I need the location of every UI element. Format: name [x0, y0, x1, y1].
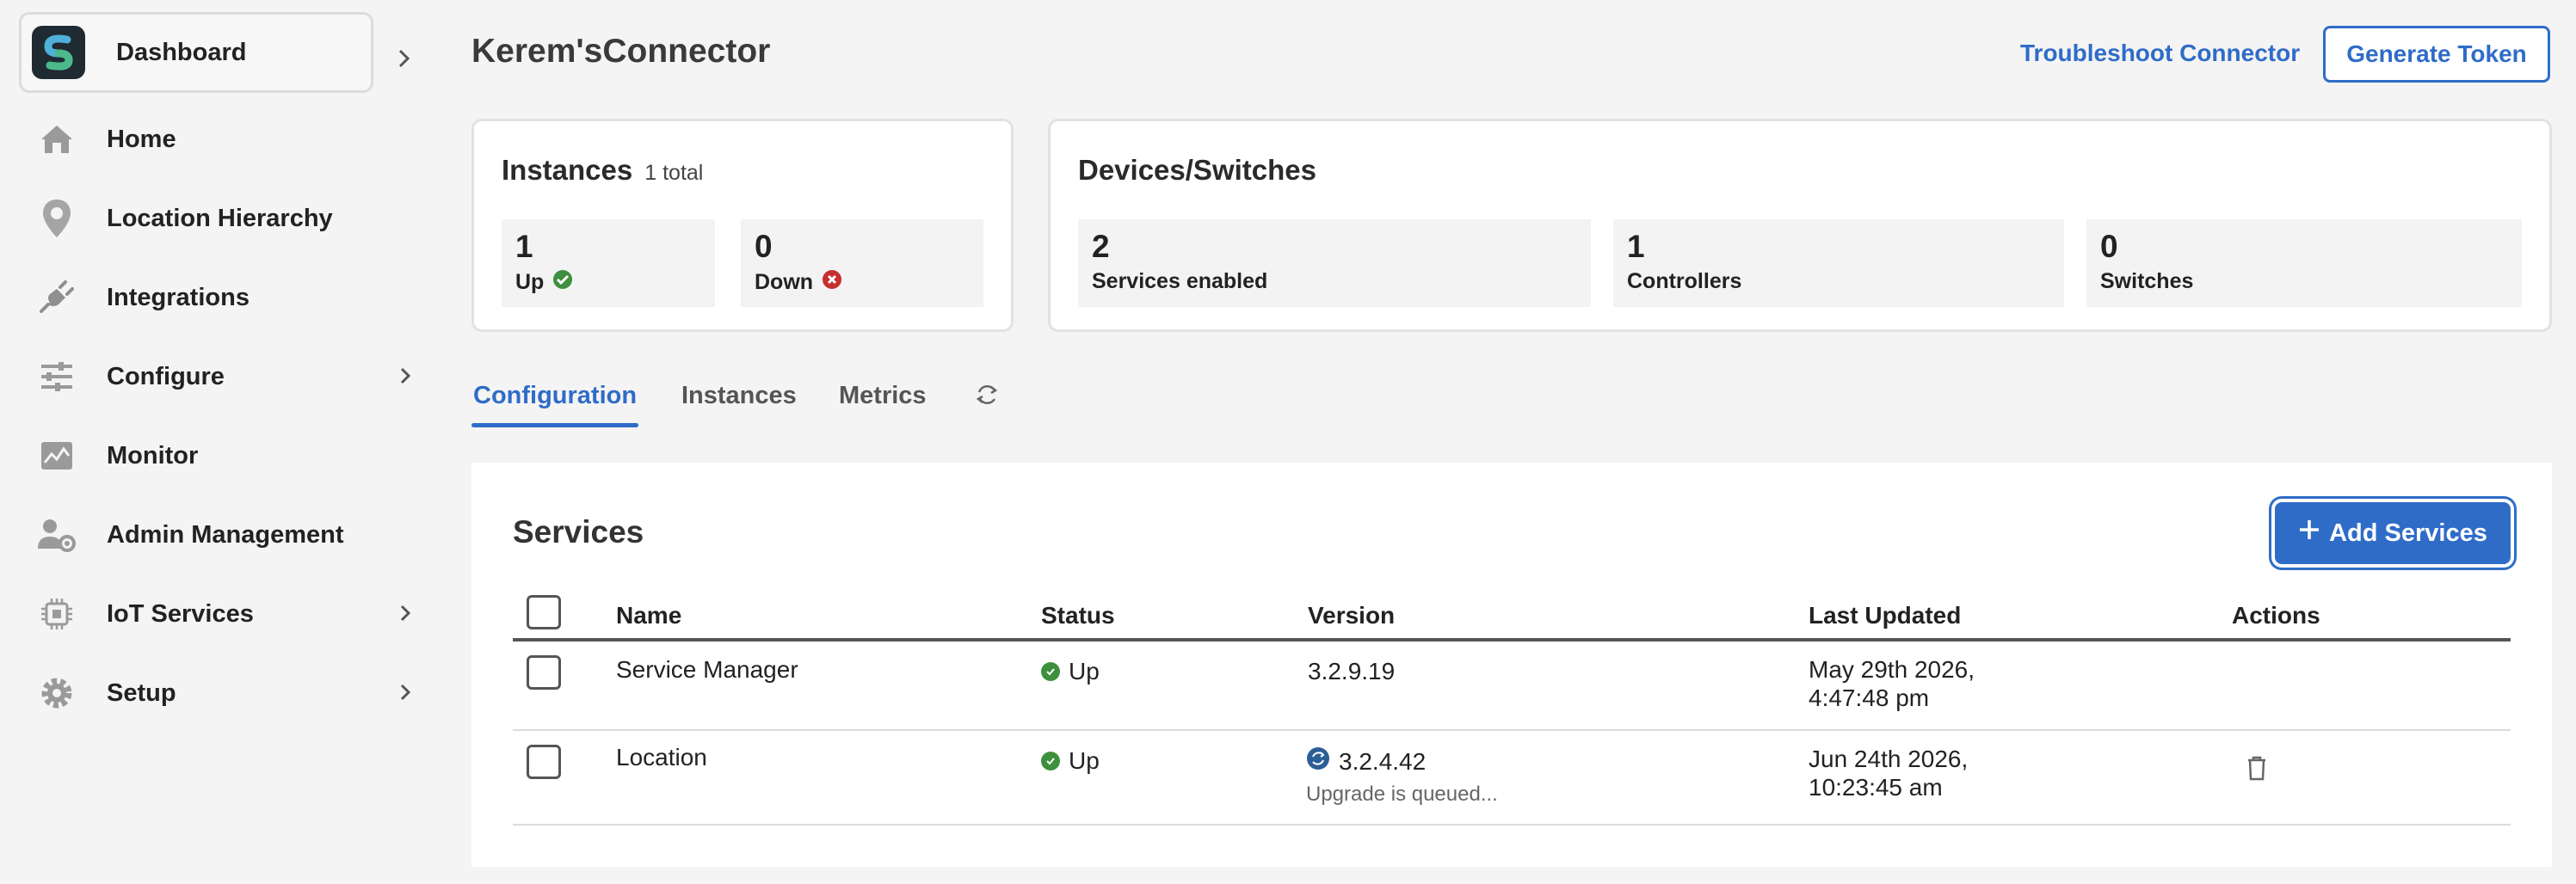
chevron-right-icon [399, 604, 411, 627]
refresh-icon[interactable] [974, 382, 1000, 412]
location-pin-icon [34, 196, 79, 241]
sidebar-item-home[interactable]: Home [34, 114, 422, 165]
plus-icon [2298, 519, 2320, 548]
sidebar-item-configure[interactable]: Configure [34, 351, 422, 402]
home-icon [34, 117, 79, 162]
service-version: 3.2.9.19 [1308, 658, 1396, 684]
sidebar-item-label: Configure [107, 362, 225, 390]
active-tab-indicator [471, 423, 638, 427]
sidebar-item-iot-services[interactable]: IoT Services [34, 588, 422, 640]
last-updated: Jun 24th 2026, 10:23:45 am [1809, 745, 1968, 801]
instances-total: 1 total [644, 161, 704, 185]
sidebar-item-location-hierarchy[interactable]: Location Hierarchy [34, 193, 422, 244]
devices-switches-card: Devices/Switches 2 Services enabled 1 Co… [1048, 119, 2552, 332]
dashboard-button[interactable]: Dashboard [19, 12, 373, 93]
instances-up-count: 1 [515, 229, 533, 264]
last-updated-time: 4:47:48 pm [1809, 684, 1930, 711]
add-services-label: Add Services [2329, 519, 2487, 547]
stat-value: 2 [1092, 229, 1110, 264]
sidebar-item-label: Integrations [107, 283, 250, 311]
sidebar-item-label: Monitor [107, 441, 199, 470]
last-updated-time: 10:23:45 am [1809, 774, 1943, 801]
sidebar-item-label: Location Hierarchy [107, 204, 333, 232]
instances-down-count: 0 [755, 229, 773, 264]
dashboard-label: Dashboard [116, 38, 247, 66]
sidebar-item-label: Admin Management [107, 520, 344, 549]
add-services-button[interactable]: Add Services [2275, 502, 2511, 564]
stat-value: 1 [1627, 229, 1645, 264]
table-row: Service Manager Up 3.2.9.19 May 29th 202… [513, 642, 2511, 731]
sidebar-item-setup[interactable]: Setup [34, 667, 422, 719]
tab-configuration[interactable]: Configuration [473, 382, 637, 410]
sidebar: Dashboard Home Location Hierarchy Integr… [0, 0, 439, 884]
stat-value: 0 [2100, 229, 2118, 264]
column-header-status: Status [1041, 602, 1115, 629]
stat-label: Switches [2100, 269, 2194, 293]
sidebar-item-integrations[interactable]: Integrations [34, 272, 422, 323]
status-text: Up [1069, 747, 1100, 774]
controllers-stat: 1 Controllers [1613, 219, 2064, 307]
status-text: Up [1069, 658, 1100, 684]
last-updated-date: May 29th 2026, [1809, 656, 1975, 683]
chip-icon [34, 592, 79, 636]
column-header-name: Name [616, 602, 682, 629]
page-title: Kerem'sConnector [471, 33, 771, 70]
row-checkbox[interactable] [527, 655, 561, 690]
services-enabled-stat: 2 Services enabled [1078, 219, 1591, 307]
app-logo-icon [32, 26, 85, 79]
monitor-chart-icon [34, 433, 79, 478]
service-version: 3.2.4.42 Upgrade is queued... [1306, 746, 1498, 808]
last-updated: May 29th 2026, 4:47:48 pm [1809, 655, 1975, 712]
trash-icon[interactable] [2246, 755, 2268, 787]
select-all-checkbox[interactable] [527, 595, 561, 629]
sidebar-item-admin-management[interactable]: Admin Management [34, 509, 422, 561]
service-name: Location [616, 744, 707, 770]
devices-card-title: Devices/Switches [1078, 154, 1316, 186]
chevron-right-icon [399, 683, 411, 706]
check-circle-icon [1041, 661, 1060, 681]
instances-down-label: Down [755, 270, 814, 294]
instances-down-stat: 0 Down [741, 219, 983, 307]
instances-card-title: Instances 1 total [502, 154, 703, 187]
version-text: 3.2.4.42 [1339, 748, 1427, 775]
instances-title: Instances [502, 154, 633, 186]
stat-label: Controllers [1627, 269, 1742, 293]
sidebar-item-label: IoT Services [107, 599, 254, 628]
tab-instances[interactable]: Instances [681, 382, 797, 410]
service-status: Up [1041, 657, 1100, 685]
error-circle-icon [822, 269, 842, 296]
switches-stat: 0 Switches [2086, 219, 2522, 307]
upgrade-queued-note: Upgrade is queued... [1306, 783, 1498, 806]
column-header-version: Version [1308, 602, 1396, 629]
sliders-icon [34, 354, 79, 399]
sidebar-item-label: Home [107, 125, 176, 153]
service-name: Service Manager [616, 656, 798, 683]
service-status: Up [1041, 746, 1100, 775]
services-title: Services [513, 514, 644, 549]
chevron-right-icon [399, 366, 411, 390]
troubleshoot-connector-link[interactable]: Troubleshoot Connector [2020, 40, 2300, 67]
table-row: Location Up 3.2.4.42 Upgrade is queued..… [513, 731, 2511, 826]
sidebar-item-label: Setup [107, 678, 176, 707]
column-header-actions: Actions [2232, 602, 2320, 629]
check-circle-icon [552, 269, 573, 296]
services-panel: Services Add Services Name Status Versio… [471, 463, 2552, 867]
plug-icon [34, 275, 79, 320]
stat-label: Services enabled [1092, 269, 1268, 293]
instances-up-stat: 1 Up [502, 219, 715, 307]
row-checkbox[interactable] [527, 745, 561, 779]
sidebar-collapse-chevron-icon[interactable] [397, 48, 411, 73]
instances-up-label: Up [515, 270, 545, 294]
user-gear-icon [34, 513, 79, 557]
tab-metrics[interactable]: Metrics [839, 382, 927, 410]
check-circle-icon [1041, 751, 1060, 770]
last-updated-date: Jun 24th 2026, [1809, 746, 1969, 772]
gear-icon [34, 671, 79, 715]
table-header: Name Status Version Last Updated Actions [513, 583, 2511, 642]
sidebar-item-monitor[interactable]: Monitor [34, 430, 422, 482]
instances-card: Instances 1 total 1 Up 0 Down [471, 119, 1014, 332]
upgrade-sync-icon [1306, 746, 1330, 777]
generate-token-button[interactable]: Generate Token [2323, 26, 2550, 83]
column-header-last-updated: Last Updated [1809, 602, 1962, 629]
